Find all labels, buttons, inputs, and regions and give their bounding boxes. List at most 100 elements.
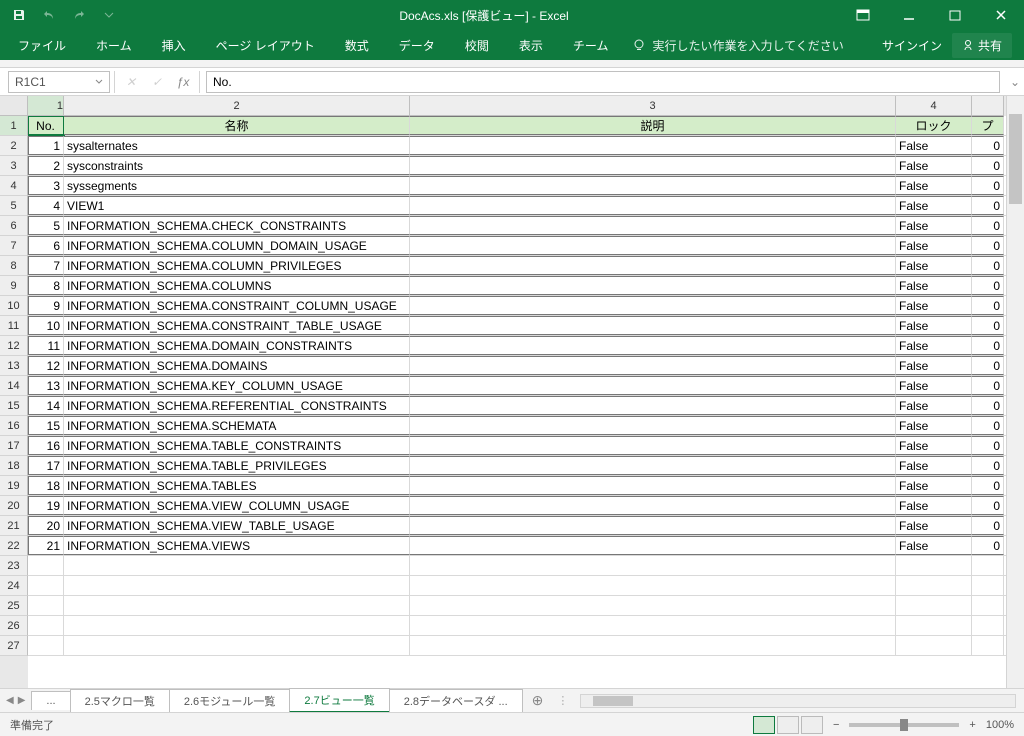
- cell[interactable]: [28, 596, 64, 615]
- cell[interactable]: [410, 176, 896, 195]
- cell[interactable]: INFORMATION_SCHEMA.KEY_COLUMN_USAGE: [64, 376, 410, 395]
- cell[interactable]: 0: [972, 256, 1004, 275]
- cell[interactable]: 0: [972, 416, 1004, 435]
- cell[interactable]: INFORMATION_SCHEMA.VIEW_TABLE_USAGE: [64, 516, 410, 535]
- cell[interactable]: sysalternates: [64, 136, 410, 155]
- qat-customize-icon[interactable]: [96, 2, 122, 28]
- row-header[interactable]: 10: [0, 296, 28, 316]
- sheet-tab-macro[interactable]: 2.5マクロ一覧: [70, 689, 170, 712]
- cell[interactable]: 12: [28, 356, 64, 375]
- row-header[interactable]: 27: [0, 636, 28, 656]
- row-header[interactable]: 7: [0, 236, 28, 256]
- cell[interactable]: syssegments: [64, 176, 410, 195]
- cell[interactable]: False: [896, 216, 972, 235]
- zoom-in-button[interactable]: +: [969, 719, 975, 731]
- cell[interactable]: 16: [28, 436, 64, 455]
- cell[interactable]: False: [896, 416, 972, 435]
- ribbon-display-button[interactable]: [840, 0, 886, 30]
- cell[interactable]: sysconstraints: [64, 156, 410, 175]
- cell[interactable]: [410, 616, 896, 635]
- row-header[interactable]: 5: [0, 196, 28, 216]
- cell[interactable]: [410, 236, 896, 255]
- zoom-slider[interactable]: [849, 723, 959, 727]
- cell[interactable]: [410, 216, 896, 235]
- tab-review[interactable]: 校閲: [451, 31, 503, 60]
- cell[interactable]: False: [896, 436, 972, 455]
- name-box[interactable]: R1C1: [8, 71, 110, 93]
- cell[interactable]: [64, 636, 410, 655]
- sheet-tab-view[interactable]: 2.7ビュー一覧: [289, 688, 389, 713]
- tab-home[interactable]: ホーム: [82, 31, 146, 60]
- maximize-button[interactable]: [932, 0, 978, 30]
- cell[interactable]: 0: [972, 336, 1004, 355]
- row-header[interactable]: 3: [0, 156, 28, 176]
- cell[interactable]: [410, 436, 896, 455]
- tab-formulas[interactable]: 数式: [331, 31, 383, 60]
- cell[interactable]: [410, 596, 896, 615]
- cell[interactable]: 18: [28, 476, 64, 495]
- cell[interactable]: False: [896, 296, 972, 315]
- cell[interactable]: [410, 156, 896, 175]
- cell[interactable]: 0: [972, 176, 1004, 195]
- cell[interactable]: 21: [28, 536, 64, 555]
- save-button[interactable]: [6, 2, 32, 28]
- cell-header-no[interactable]: No.: [28, 116, 64, 135]
- cell[interactable]: INFORMATION_SCHEMA.REFERENTIAL_CONSTRAIN…: [64, 396, 410, 415]
- cell[interactable]: [64, 576, 410, 595]
- cell[interactable]: False: [896, 396, 972, 415]
- row-header[interactable]: 13: [0, 356, 28, 376]
- share-button[interactable]: 共有: [952, 33, 1012, 58]
- expand-formula-bar[interactable]: ⌄: [1006, 75, 1024, 89]
- row-header[interactable]: 14: [0, 376, 28, 396]
- cell[interactable]: INFORMATION_SCHEMA.COLUMNS: [64, 276, 410, 295]
- cell-header-desc[interactable]: 説明: [410, 116, 896, 135]
- row-header[interactable]: 18: [0, 456, 28, 476]
- row-header[interactable]: 9: [0, 276, 28, 296]
- cell[interactable]: 0: [972, 236, 1004, 255]
- cell[interactable]: 0: [972, 396, 1004, 415]
- cell[interactable]: 1: [28, 136, 64, 155]
- row-header[interactable]: 23: [0, 556, 28, 576]
- cell[interactable]: INFORMATION_SCHEMA.COLUMN_PRIVILEGES: [64, 256, 410, 275]
- cell[interactable]: 17: [28, 456, 64, 475]
- tell-me-search[interactable]: 実行したい作業を入力してください: [624, 37, 851, 54]
- cell[interactable]: 0: [972, 516, 1004, 535]
- close-button[interactable]: [978, 0, 1024, 30]
- row-header[interactable]: 8: [0, 256, 28, 276]
- cell[interactable]: INFORMATION_SCHEMA.TABLE_PRIVILEGES: [64, 456, 410, 475]
- cell-header-prop[interactable]: プ: [972, 116, 1004, 135]
- cell[interactable]: [28, 616, 64, 635]
- cell[interactable]: 0: [972, 376, 1004, 395]
- tab-view[interactable]: 表示: [505, 31, 557, 60]
- cell[interactable]: [64, 556, 410, 575]
- undo-button[interactable]: [36, 2, 62, 28]
- cell[interactable]: 0: [972, 296, 1004, 315]
- col-header[interactable]: 1: [28, 96, 64, 116]
- new-sheet-button[interactable]: ⊕: [522, 690, 554, 711]
- vertical-scrollbar[interactable]: [1006, 96, 1024, 688]
- cell[interactable]: 0: [972, 356, 1004, 375]
- tab-data[interactable]: データ: [385, 31, 449, 60]
- cancel-formula-button[interactable]: ✕: [119, 71, 143, 93]
- cell[interactable]: 9: [28, 296, 64, 315]
- col-header[interactable]: 2: [64, 96, 410, 116]
- cell[interactable]: [410, 416, 896, 435]
- cell[interactable]: [410, 536, 896, 555]
- row-header[interactable]: 26: [0, 616, 28, 636]
- row-header[interactable]: 22: [0, 536, 28, 556]
- cell[interactable]: 0: [972, 196, 1004, 215]
- cell[interactable]: 10: [28, 316, 64, 335]
- horizontal-scrollbar[interactable]: [580, 694, 1016, 708]
- cell[interactable]: False: [896, 336, 972, 355]
- tab-insert[interactable]: 挿入: [148, 31, 200, 60]
- cell[interactable]: [410, 336, 896, 355]
- cell[interactable]: [410, 376, 896, 395]
- sheet-nav[interactable]: ◀▶: [0, 695, 31, 706]
- insert-function-button[interactable]: ƒx: [171, 71, 195, 93]
- formula-input[interactable]: No.: [206, 71, 1000, 93]
- row-header[interactable]: 11: [0, 316, 28, 336]
- cell[interactable]: [410, 516, 896, 535]
- cell[interactable]: 6: [28, 236, 64, 255]
- sheet-tab-ellipsis[interactable]: ...: [31, 691, 70, 710]
- cell[interactable]: [410, 456, 896, 475]
